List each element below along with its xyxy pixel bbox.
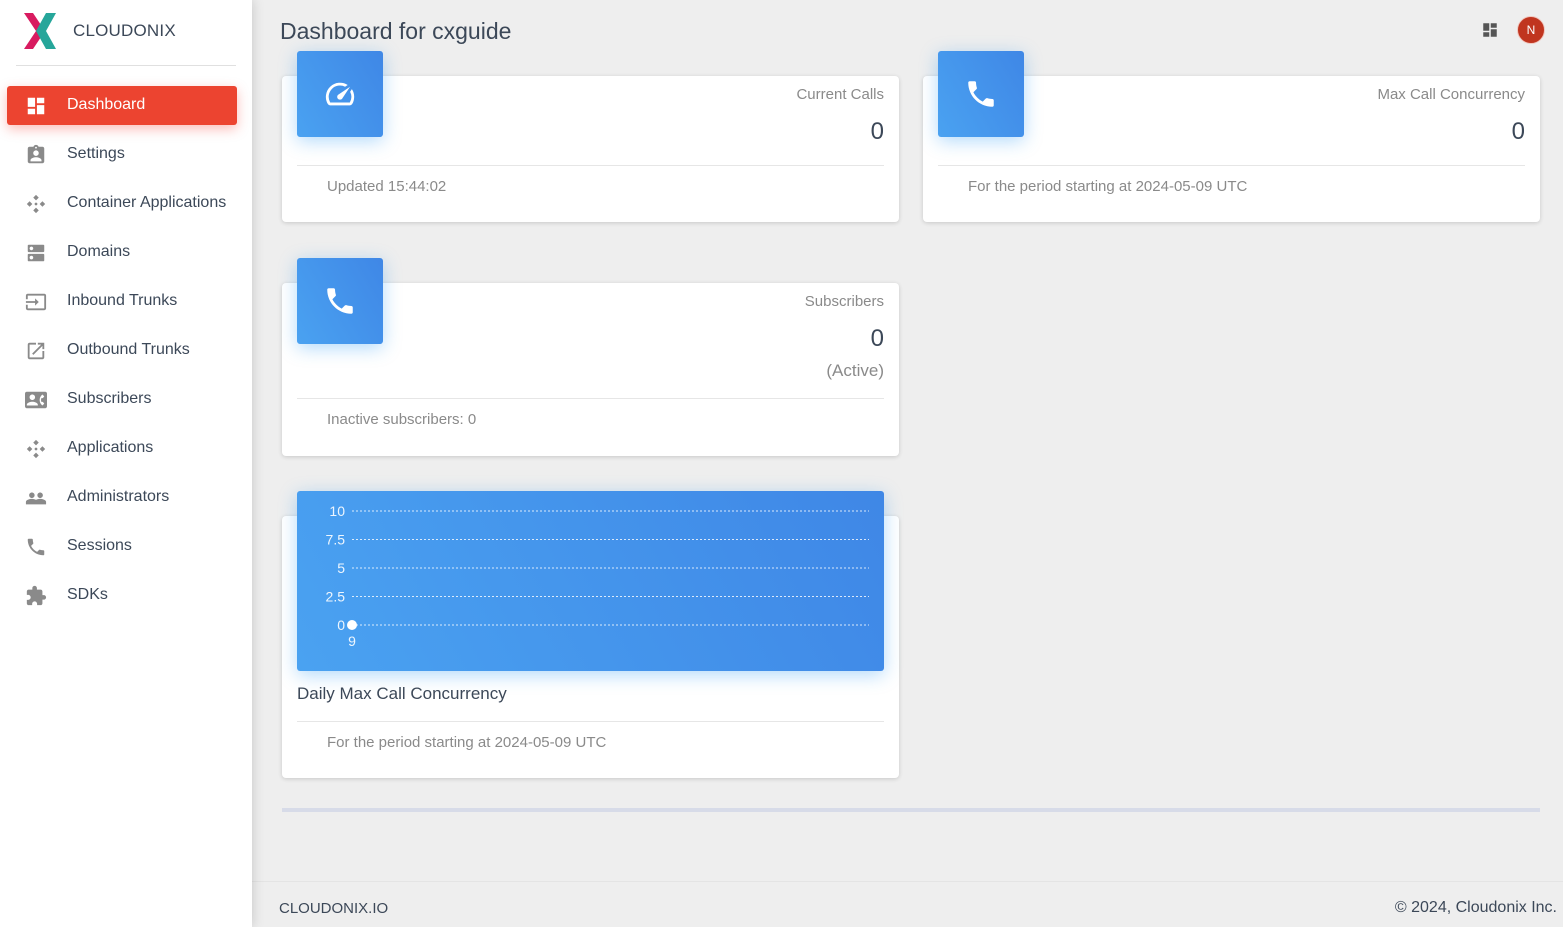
max-call-concurrency-card: Max Call Concurrency 0 For the period st…: [923, 51, 1540, 222]
subscribers-card: Subscribers 0 (Active) Inactive subscrib…: [282, 258, 899, 456]
card-category: Max Call Concurrency: [1377, 86, 1525, 103]
sidebar-item-applications[interactable]: Applications: [7, 429, 237, 468]
card-divider: [297, 721, 884, 722]
sidebar: CLOUDONIX Dashboard Settings Container A…: [0, 0, 252, 927]
contacts-icon: [25, 389, 47, 411]
y-tick-label: 10: [329, 503, 345, 519]
sidebar-item-label: Outbound Trunks: [67, 341, 190, 358]
sidebar-item-inbound-trunks[interactable]: Inbound Trunks: [7, 282, 237, 321]
card-footer: Inactive subscribers: 0: [327, 411, 477, 428]
input-icon: [25, 291, 47, 313]
card-category: Subscribers: [804, 293, 884, 310]
card-footer: Updated 15:44:02: [327, 178, 447, 195]
card-divider: [297, 165, 884, 166]
sidebar-item-label: SDKs: [67, 586, 108, 603]
sidebar-item-label: Dashboard: [67, 96, 146, 113]
people-icon: [25, 487, 47, 509]
chart-title: Daily Max Call Concurrency: [297, 684, 507, 703]
cloudonix-logo-icon: [24, 13, 56, 49]
card-value: 0: [1511, 118, 1525, 145]
sidebar-item-label: Subscribers: [67, 390, 152, 407]
brand-name: CLOUDONIX: [73, 21, 176, 40]
sidebar-item-label: Administrators: [67, 488, 170, 505]
footer: CLOUDONIX.IO © 2024, Cloudonix Inc.: [252, 881, 1563, 927]
phone-icon: [25, 536, 47, 558]
line-chart: 0 2.5 5 7.5 10 9: [297, 491, 884, 671]
open-in-new-icon: [25, 340, 47, 362]
sidebar-item-label: Container Applications: [67, 194, 227, 211]
chart-svg: 0 2.5 5 7.5 10 9: [326, 503, 869, 649]
sidebar-item-label: Domains: [67, 243, 131, 260]
card-value: 0: [870, 325, 884, 352]
phone-icon: [297, 258, 383, 344]
card-footer: For the period starting at 2024-05-09 UT…: [968, 178, 1248, 195]
sidebar-nav: Dashboard Settings Container Application…: [0, 86, 252, 625]
copyright: © 2024, Cloudonix Inc.: [1394, 899, 1557, 916]
sidebar-item-label: Inbound Trunks: [67, 292, 178, 309]
sidebar-item-subscribers[interactable]: Subscribers: [7, 380, 237, 419]
dashboard-icon[interactable]: [1481, 21, 1499, 39]
card-category: Current Calls: [796, 86, 884, 103]
card-divider: [938, 165, 1525, 166]
y-tick-label: 5: [337, 560, 345, 576]
footer-link[interactable]: CLOUDONIX.IO: [279, 900, 388, 917]
current-calls-card: Current Calls 0 Updated 15:44:02: [282, 51, 899, 222]
sidebar-item-container-applications[interactable]: Container Applications: [7, 184, 237, 223]
apps-icon: [25, 193, 47, 215]
y-tick-label: 7.5: [326, 532, 346, 548]
apps-icon: [25, 438, 47, 460]
dns-icon: [25, 242, 47, 264]
avatar[interactable]: N: [1517, 16, 1545, 44]
phone-icon: [938, 51, 1024, 137]
sidebar-item-sessions[interactable]: Sessions: [7, 527, 237, 566]
card-divider: [297, 398, 884, 399]
assignment-icon: [25, 144, 47, 166]
brand[interactable]: CLOUDONIX: [0, 0, 252, 62]
sidebar-item-label: Applications: [67, 439, 154, 456]
loading-bar: [282, 808, 1540, 812]
sidebar-item-sdks[interactable]: SDKs: [7, 576, 237, 615]
card-subvalue: (Active): [826, 361, 884, 380]
y-tick-label: 2.5: [326, 589, 346, 605]
sidebar-item-dashboard[interactable]: Dashboard: [7, 86, 237, 125]
sidebar-item-outbound-trunks[interactable]: Outbound Trunks: [7, 331, 237, 370]
card-footer: For the period starting at 2024-05-09 UT…: [327, 734, 607, 751]
y-tick-label: 0: [337, 617, 345, 633]
speed-icon: [297, 51, 383, 137]
daily-max-concurrency-card: 0 2.5 5 7.5 10 9 Daily Max Call Concurrency F…: [282, 491, 899, 778]
dashboard-icon: [25, 95, 47, 117]
x-tick-label: 9: [348, 633, 356, 649]
sidebar-item-settings[interactable]: Settings: [7, 135, 237, 174]
sidebar-item-label: Sessions: [67, 537, 132, 554]
header-actions: N: [1481, 16, 1545, 44]
sidebar-divider: [16, 65, 236, 66]
sidebar-item-label: Settings: [67, 145, 125, 162]
sidebar-item-domains[interactable]: Domains: [7, 233, 237, 272]
card-value: 0: [870, 118, 884, 145]
page-title: Dashboard for cxguide: [280, 18, 512, 44]
extension-icon: [25, 585, 47, 607]
data-point[interactable]: [347, 620, 357, 630]
sidebar-item-administrators[interactable]: Administrators: [7, 478, 237, 517]
